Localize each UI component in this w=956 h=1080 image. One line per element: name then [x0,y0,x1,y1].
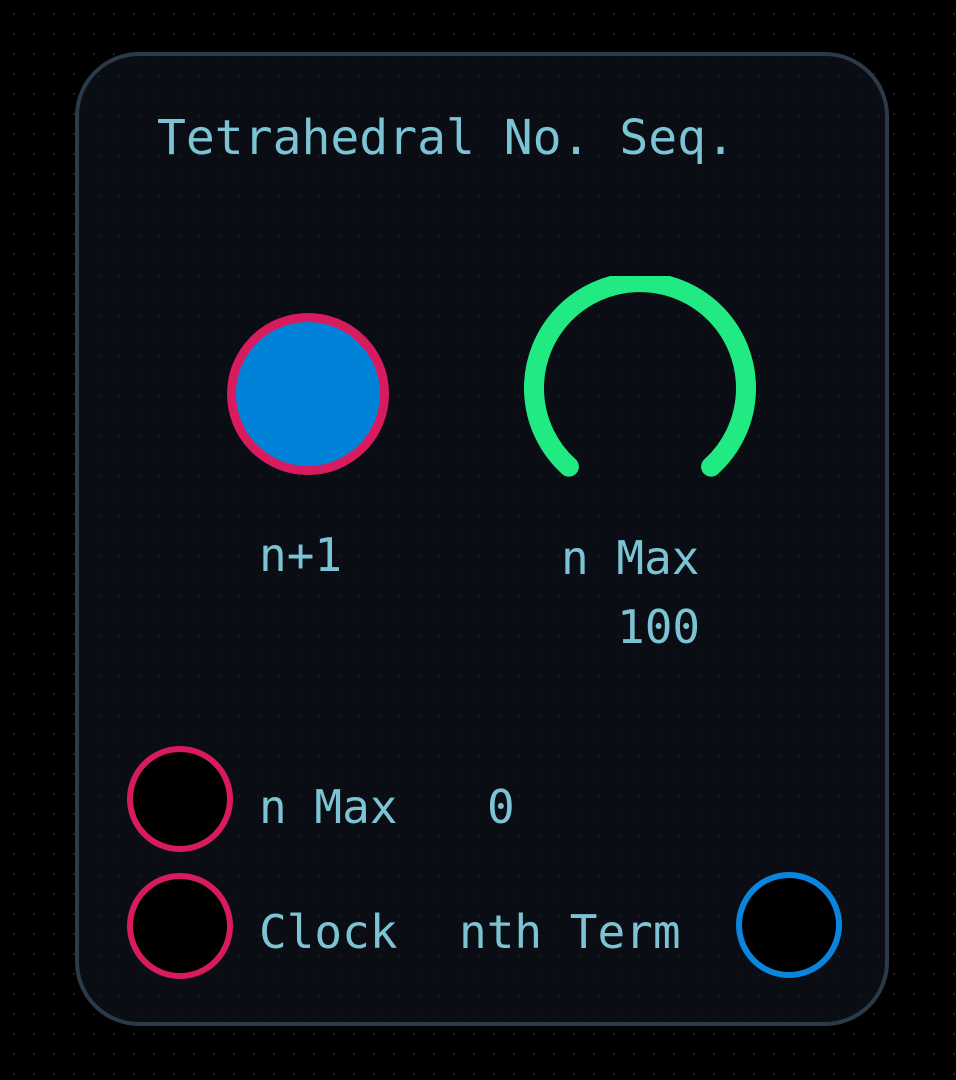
clock-input-port[interactable] [127,873,233,979]
n-max-input-label: n Max [259,780,398,834]
n-max-knob-label: n Max [561,531,700,585]
module-title: Tetrahedral No. Seq. [157,110,735,166]
knob-arc-icon [524,276,756,477]
advance-button[interactable] [227,313,389,475]
nth-term-output-label: nth Term [459,905,681,959]
clock-input-label: Clock [259,905,398,959]
n-max-knob[interactable] [520,276,760,486]
advance-button-label: n+1 [259,528,343,582]
nth-term-output-port[interactable] [736,872,842,978]
n-max-knob-value: 100 [617,600,701,654]
n-max-input-port[interactable] [127,746,233,852]
module-panel: Tetrahedral No. Seq. n+1 n Max 100 n Max… [75,52,889,1026]
n-max-input-value: 0 [487,780,515,834]
